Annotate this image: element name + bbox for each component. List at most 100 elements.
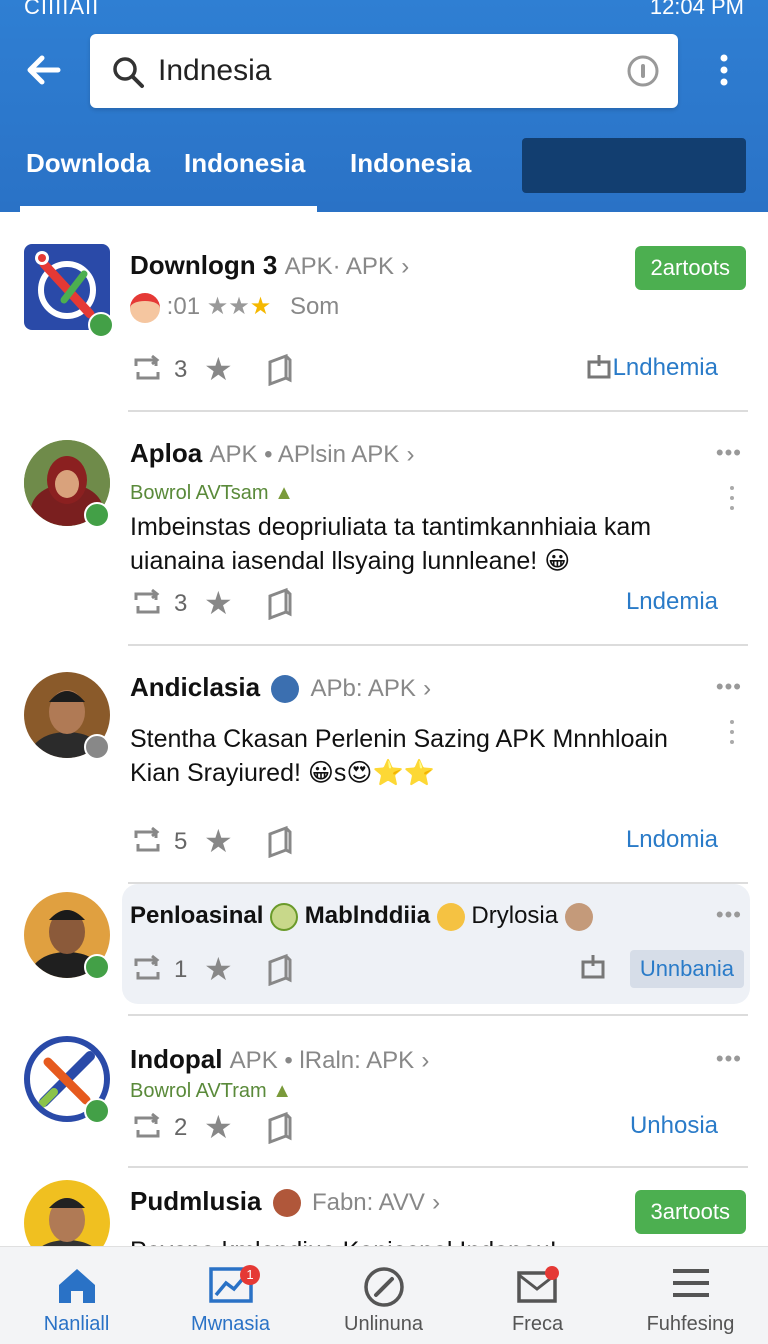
divider [128,1166,748,1168]
post-text: Stentha Ckasan Perlenin Sazing APK Mnnhl… [130,725,668,787]
bookmark-icon[interactable] [266,1110,294,1149]
repost-icon[interactable] [130,954,164,989]
star-icon[interactable]: ★ [204,584,233,622]
action-bar: 2 ★ Unhosia [130,1108,730,1148]
share-icon[interactable] [580,952,606,985]
verified-icon [88,312,114,338]
action-bar: 5 ★ Lndomia [130,822,730,862]
more-vert-icon[interactable] [704,50,744,90]
app-header: CIIIIAII 12:04 PM Downloda Indonesia Ind… [0,0,768,212]
post-link[interactable]: Lndemia [626,588,718,616]
status-bar: CIIIIAII 12:04 PM [0,0,768,22]
status-badge[interactable]: 3artoots [634,1190,746,1234]
divider [128,644,748,646]
post-author[interactable]: Aploa [130,438,202,468]
more-horiz-icon[interactable]: ••• [716,674,742,700]
mini-avatar-icon [271,675,300,704]
nav-label: Mwnasia [191,1313,270,1335]
toolbar [0,28,768,114]
nav-menu[interactable]: Fuhfesing [614,1247,767,1344]
nav-label: Unlinuna [344,1313,423,1335]
post-meta: Fabn: AVV [311,1189,425,1216]
star-icon[interactable]: ★ [204,1108,233,1146]
repost-count: 3 [174,356,188,383]
tab-empty[interactable] [522,138,746,193]
share-icon[interactable] [586,352,612,385]
star-icon[interactable]: ★ [204,950,233,988]
emoji-icon [130,292,160,323]
bookmark-icon[interactable] [266,586,294,625]
rating-text: :01 [166,293,201,320]
bookmark-icon[interactable] [266,952,294,991]
post-meta: APb: APK [310,675,416,702]
repost-count: 1 [174,956,188,983]
divider [128,1014,748,1016]
tab-indicator [20,206,317,212]
nav-label: Nanliall [43,1313,110,1335]
post-sub-text: Bowrol AVTsam [130,482,269,504]
compass-icon [362,1265,406,1314]
post-author[interactable]: Downlogn 3 [130,250,277,280]
star-icon-gold: ★ [249,293,272,320]
more-horiz-icon[interactable]: ••• [716,1046,742,1072]
tab-downloads[interactable]: Downloda [26,148,150,179]
post-author[interactable]: Penloasinal [130,902,263,929]
repost-icon[interactable] [130,826,164,861]
post-link[interactable]: Unnbania [629,950,744,988]
post-author[interactable]: Indopal [130,1044,222,1074]
post-link[interactable]: Unhosia [630,1112,718,1140]
leaf-icon: ▲ [274,482,294,504]
repost-count: 2 [174,1114,188,1141]
repost-count: 5 [174,828,188,855]
back-icon[interactable] [22,48,66,92]
status-badge[interactable]: 2artoots [634,246,746,290]
verified-icon [84,954,110,980]
nav-label: Fuhfesing [646,1313,735,1335]
post-sub-text: Bowrol AVTram [130,1080,267,1102]
repost-count: 3 [174,590,188,617]
more-horiz-icon[interactable]: ••• [716,902,742,928]
search-icon [110,54,146,95]
repost-icon[interactable] [130,588,164,623]
post-meta: APK· APK [284,253,394,280]
nav-explore[interactable]: Unlinuna [307,1247,460,1344]
repost-icon[interactable] [130,354,164,389]
bookmark-icon[interactable] [266,352,294,391]
post-author[interactable]: Andiclasia [130,672,260,702]
mini-avatar-icon [272,1189,301,1218]
nav-home[interactable]: Nanliall [0,1247,153,1344]
action-bar: 3 ★ Lndhemia [130,350,730,390]
search-input[interactable] [158,48,598,94]
star-icon[interactable]: ★ [204,350,233,388]
tab-indonesia-2[interactable]: Indonesia [350,148,471,179]
post-author[interactable]: Pudmlusia [130,1186,261,1216]
verified-icon [84,1098,110,1124]
star-icon[interactable]: ★ [204,822,233,860]
status-time: 12:04 PM [649,0,744,19]
info-icon[interactable] [626,54,660,88]
search-box[interactable] [90,34,678,108]
chevron-right-icon: › [421,1047,430,1074]
more-vert-icon[interactable] [730,720,736,750]
carrier-label: CIIIIAII [24,0,100,19]
tab-bar: Downloda Indonesia Indonesia [0,118,768,212]
tab-indonesia-1[interactable]: Indonesia [184,148,305,179]
chevron-right-icon: › [432,1189,441,1216]
nav-label: Freca [511,1313,564,1335]
post-link[interactable]: Lndomia [626,826,718,854]
leaf-icon: ▲ [272,1080,293,1102]
post-author-3[interactable]: Drylosia [471,902,558,929]
nav-mail[interactable]: Freca [461,1247,614,1344]
emoji-icon [436,902,465,931]
more-horiz-icon[interactable]: ••• [716,440,742,466]
action-bar: 3 ★ Lndemia [130,584,730,624]
nav-chart[interactable]: 1 Mwnasia [154,1247,307,1344]
post-author-2[interactable]: Mablnddiia [305,902,430,929]
post-meta: APK • APlsin APK [209,441,400,468]
post-link[interactable]: Lndhemia [613,354,718,382]
more-vert-icon[interactable] [730,486,736,516]
repost-icon[interactable] [130,1112,164,1147]
menu-icon [671,1265,711,1306]
bookmark-icon[interactable] [266,824,294,863]
chevron-right-icon: › [423,675,432,702]
